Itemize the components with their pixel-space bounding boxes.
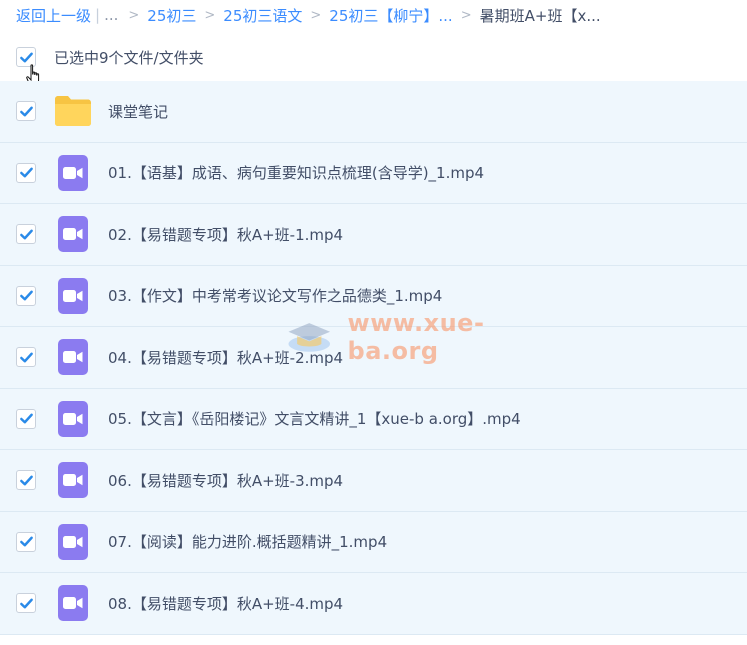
breadcrumb-ellipsis[interactable]: ...: [104, 6, 118, 24]
row-checkbox[interactable]: [16, 531, 36, 552]
row-checkbox[interactable]: [16, 285, 36, 306]
file-name[interactable]: 07.【阅读】能力进阶.概括题精讲_1.mp4: [108, 531, 387, 552]
row-checkbox[interactable]: [16, 101, 36, 122]
row-checkbox[interactable]: [16, 224, 36, 245]
checkmark-icon: [19, 106, 33, 117]
file-row[interactable]: 01.【语基】成语、病句重要知识点梳理(含导学)_1.mp4: [0, 142, 747, 204]
file-row[interactable]: 03.【作文】中考常考议论文写作之品德类_1.mp4: [0, 265, 747, 327]
row-checkbox[interactable]: [16, 162, 36, 183]
file-row[interactable]: 04.【易错题专项】秋A+班-2.mp4: [0, 327, 747, 389]
row-checkbox[interactable]: [16, 470, 36, 491]
checkmark-icon: [19, 536, 33, 547]
checkmark-icon: [19, 229, 33, 240]
file-name[interactable]: 03.【作文】中考常考议论文写作之品德类_1.mp4: [108, 285, 442, 306]
selection-bar: 已选中9个文件/文件夹: [0, 41, 747, 73]
video-file-icon: [58, 216, 88, 253]
file-name[interactable]: 08.【易错题专项】秋A+班-4.mp4: [108, 593, 343, 614]
file-name[interactable]: 05.【文言】《岳阳楼记》文言文精讲_1【xue-b a.org】.mp4: [108, 408, 521, 429]
row-checkbox[interactable]: [16, 347, 36, 368]
file-name[interactable]: 06.【易错题专项】秋A+班-3.mp4: [108, 470, 343, 491]
chevron-right-icon: >: [128, 7, 140, 23]
breadcrumb-divider: |: [95, 6, 101, 24]
back-link[interactable]: 返回上一级: [16, 5, 91, 26]
video-file-icon: [58, 585, 88, 622]
checkmark-icon: [19, 52, 33, 62]
breadcrumb-current: 暑期班A+班【x...: [479, 6, 601, 25]
checkmark-icon: [19, 475, 33, 486]
chevron-right-icon: >: [460, 7, 472, 23]
video-file-icon: [58, 277, 88, 314]
breadcrumb-item[interactable]: 25初三: [147, 5, 196, 26]
file-name[interactable]: 04.【易错题专项】秋A+班-2.mp4: [108, 347, 343, 368]
checkmark-icon: [19, 167, 33, 178]
selection-count: 已选中9个文件/文件夹: [54, 48, 204, 67]
file-row[interactable]: 05.【文言】《岳阳楼记》文言文精讲_1【xue-b a.org】.mp4: [0, 388, 747, 450]
file-name[interactable]: 课堂笔记: [108, 101, 168, 122]
file-row[interactable]: 07.【阅读】能力进阶.概括题精讲_1.mp4: [0, 511, 747, 573]
row-checkbox[interactable]: [16, 408, 36, 429]
checkmark-icon: [19, 413, 33, 424]
file-row[interactable]: 06.【易错题专项】秋A+班-3.mp4: [0, 450, 747, 512]
file-row[interactable]: 课堂笔记: [0, 81, 747, 143]
video-file-icon: [58, 523, 88, 560]
breadcrumb: 返回上一级 | ... > 25初三 > 25初三语文 > 25初三【柳宁】..…: [0, 0, 747, 30]
video-file-icon: [58, 462, 88, 499]
checkmark-icon: [19, 290, 33, 301]
file-list: 课堂笔记 01.【语基】成语、病句重要知识点梳理(含导学)_1.mp4 02.【…: [0, 81, 747, 635]
checkmark-icon: [19, 352, 33, 363]
video-file-icon: [58, 400, 88, 437]
chevron-right-icon: >: [204, 7, 216, 23]
file-row[interactable]: 02.【易错题专项】秋A+班-1.mp4: [0, 204, 747, 266]
checkmark-icon: [19, 598, 33, 609]
file-row[interactable]: 08.【易错题专项】秋A+班-4.mp4: [0, 573, 747, 635]
file-name[interactable]: 02.【易错题专项】秋A+班-1.mp4: [108, 224, 343, 245]
folder-icon: [54, 92, 92, 130]
row-checkbox[interactable]: [16, 593, 36, 614]
breadcrumb-item[interactable]: 25初三语文: [223, 5, 302, 26]
breadcrumb-item[interactable]: 25初三【柳宁】...: [329, 5, 452, 26]
video-file-icon: [58, 154, 88, 191]
video-file-icon: [58, 339, 88, 376]
file-name[interactable]: 01.【语基】成语、病句重要知识点梳理(含导学)_1.mp4: [108, 162, 484, 183]
chevron-right-icon: >: [310, 7, 322, 23]
